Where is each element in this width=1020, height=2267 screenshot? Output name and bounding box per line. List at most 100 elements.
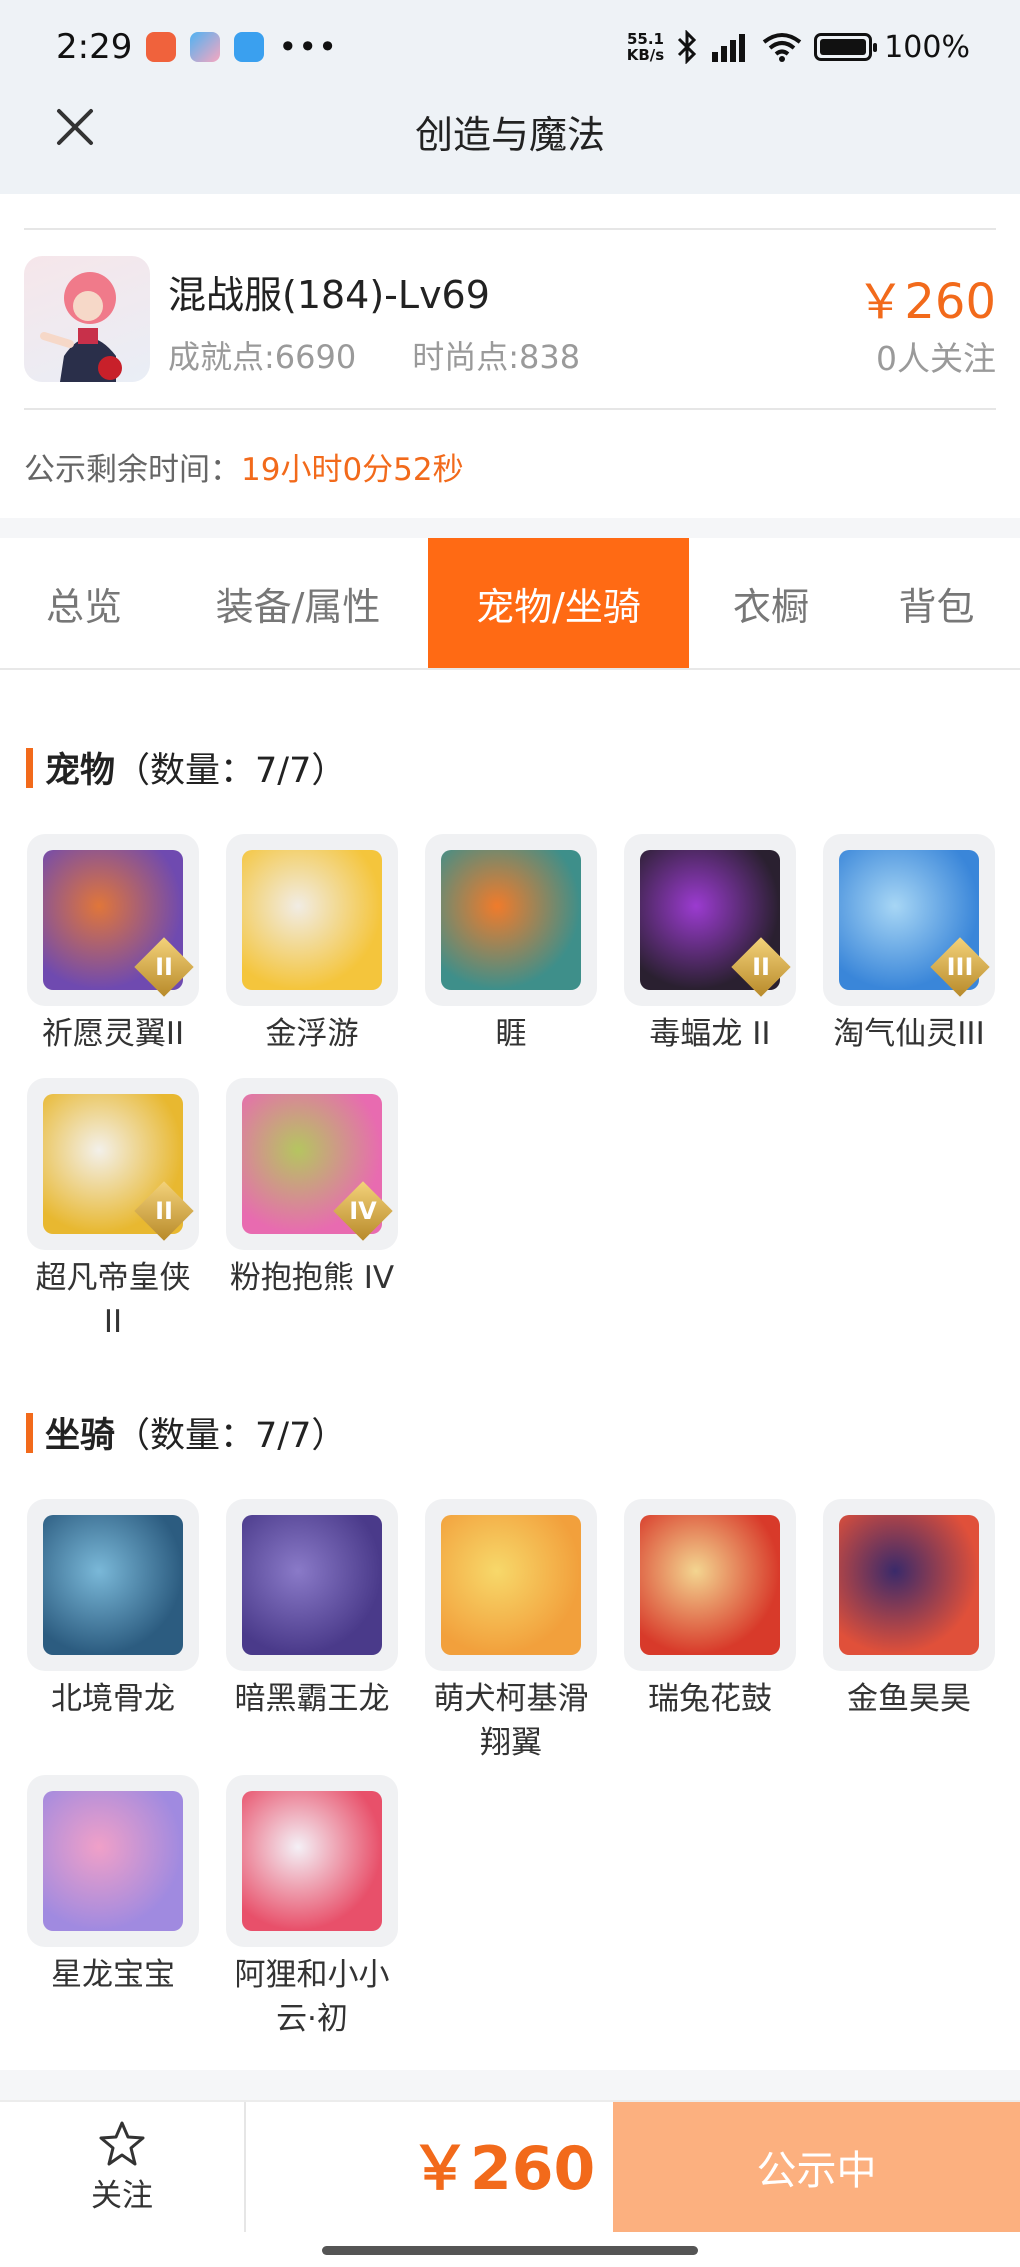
mount-name: 金鱼昊昊 — [847, 1681, 971, 1717]
pet-thumbnail: II — [624, 834, 796, 1006]
pet-name: 超凡帝皇侠II — [35, 1260, 191, 1340]
mount-thumbnail — [226, 1775, 398, 1947]
mount-thumbnail — [823, 1499, 995, 1671]
tier-badge-label: II — [155, 1197, 173, 1225]
divider — [24, 408, 996, 410]
mount-item[interactable]: 阿狸和小小云·初 — [226, 1775, 398, 2041]
app-icon-game — [190, 32, 221, 62]
pet-thumbnail: IV — [226, 1078, 398, 1250]
pet-image — [441, 850, 581, 990]
achievement-points: 成就点:6690 — [168, 338, 357, 376]
publicity-status-button[interactable]: 公示中 — [613, 2102, 1020, 2232]
mount-name: 瑞兔花鼓 — [648, 1681, 772, 1717]
bluetooth-icon — [678, 30, 697, 64]
pet-thumbnail — [425, 834, 597, 1006]
tab-wardrobe[interactable]: 衣橱 — [689, 538, 853, 668]
pets-title: 宠物 — [45, 751, 116, 791]
mount-image — [640, 1515, 780, 1655]
pet-thumbnail — [226, 834, 398, 1006]
mount-image — [441, 1515, 581, 1655]
mount-item[interactable]: 瑞兔花鼓 — [624, 1499, 796, 1765]
battery-percent: 100% — [884, 29, 970, 65]
mount-item[interactable]: 暗黑霸王龙 — [226, 1499, 398, 1765]
pet-item[interactable]: III 淘气仙灵III — [823, 834, 995, 1068]
tier-badge-icon: II — [134, 1181, 194, 1241]
tier-badge-label: II — [752, 953, 770, 981]
follow-button[interactable]: 关注 — [0, 2102, 244, 2232]
more-dots-icon: ••• — [278, 28, 338, 66]
mount-name: 北境骨龙 — [51, 1681, 175, 1717]
pet-image — [242, 850, 382, 990]
mounts-section-title: 坐骑 （数量：7/7） — [26, 1407, 346, 1458]
account-stats: 成就点:6690 时尚点:838 — [168, 332, 580, 378]
mount-item[interactable]: 北境骨龙 — [27, 1499, 199, 1765]
status-bar: 2:29 ••• 55.1 KB/s 100% — [56, 22, 970, 72]
pet-thumbnail: III — [823, 834, 995, 1006]
pet-item[interactable]: IV 粉抱抱熊 IV — [226, 1078, 398, 1344]
tab-bar: 总览 装备/属性 宠物/坐骑 衣橱 背包 — [0, 538, 1020, 670]
tier-badge-label: II — [155, 953, 173, 981]
pet-name: 淘气仙灵III — [833, 1016, 985, 1052]
follower-count: 0人关注 — [876, 339, 996, 378]
mount-image — [43, 1515, 183, 1655]
pet-name: 粉抱抱熊 IV — [229, 1260, 395, 1296]
status-right: 55.1 KB/s 100% — [627, 30, 970, 65]
tier-badge-icon: II — [134, 937, 194, 997]
pet-item[interactable]: II 超凡帝皇侠II — [27, 1078, 199, 1344]
mount-item[interactable]: 金鱼昊昊 — [823, 1499, 995, 1765]
mount-image — [43, 1791, 183, 1931]
net-speed-unit: KB/s — [626, 46, 665, 64]
server-level: 混战服(184)-Lv69 — [168, 273, 490, 317]
tab-pets-mounts[interactable]: 宠物/坐骑 — [428, 538, 689, 668]
mounts-count: （数量：7/7） — [115, 1416, 347, 1456]
mount-thumbnail — [624, 1499, 796, 1671]
pets-grid: II 祈愿灵翼II 金浮游睚 II 毒蝠龙 II III 淘气仙灵III II 超凡帝皇侠II I… — [27, 834, 997, 1344]
mount-name: 萌犬柯基滑翔翼 — [433, 1681, 589, 1761]
remaining-time-value: 19小时0分52秒 — [241, 452, 464, 488]
mount-name: 星龙宝宝 — [51, 1957, 175, 1993]
pet-item[interactable]: II 祈愿灵翼II — [27, 834, 199, 1068]
page-title: 创造与魔法 — [414, 113, 605, 157]
tier-badge-icon: II — [731, 937, 791, 997]
pets-mounts-panel: 宠物 （数量：7/7） II 祈愿灵翼II 金浮游 睚 II 毒蝠龙 II III 淘气仙灵I… — [0, 670, 1020, 2070]
remaining-time-label: 公示剩余时间： — [24, 452, 241, 488]
mount-thumbnail — [27, 1775, 199, 1947]
section-accent — [26, 747, 33, 788]
app-icon-red — [146, 32, 177, 62]
account-price: ￥260 — [856, 274, 996, 330]
home-indicator[interactable] — [322, 2246, 698, 2255]
signal-icon — [712, 34, 746, 62]
tier-badge-icon: III — [930, 937, 990, 997]
mount-image — [839, 1515, 979, 1655]
pets-count: （数量：7/7） — [115, 751, 347, 791]
tab-overview[interactable]: 总览 — [0, 538, 168, 668]
app-icon-blue — [234, 32, 265, 62]
mount-image — [242, 1515, 382, 1655]
remaining-time: 公示剩余时间：19小时0分52秒 — [24, 444, 464, 489]
mount-item[interactable]: 星龙宝宝 — [27, 1775, 199, 2041]
pet-thumbnail: II — [27, 834, 199, 1006]
follow-label: 关注 — [91, 2177, 153, 2214]
pet-name: 睚 — [495, 1016, 527, 1052]
divider — [24, 228, 996, 230]
mounts-grid: 北境骨龙 暗黑霸王龙 萌犬柯基滑翔翼 瑞兔花鼓 金鱼昊昊星龙宝宝 阿狸和小小云·初 — [27, 1499, 997, 2041]
tab-equipment[interactable]: 装备/属性 — [168, 538, 428, 668]
net-speed: 55.1 KB/s — [627, 31, 664, 63]
bottom-action-bar: 关注 ￥260 公示中 — [0, 2100, 1020, 2267]
pet-name: 祈愿灵翼II — [41, 1016, 185, 1052]
mount-item[interactable]: 萌犬柯基滑翔翼 — [425, 1499, 597, 1765]
tab-backpack[interactable]: 背包 — [853, 538, 1020, 668]
bottom-price: ￥260 — [410, 2134, 596, 2204]
section-accent — [26, 1412, 33, 1453]
mount-name: 暗黑霸王龙 — [234, 1681, 390, 1717]
mount-image — [242, 1791, 382, 1931]
pet-thumbnail: II — [27, 1078, 199, 1250]
pet-name: 毒蝠龙 II — [649, 1016, 771, 1052]
battery-icon — [814, 33, 878, 61]
mount-thumbnail — [226, 1499, 398, 1671]
pet-item[interactable]: 睚 — [425, 834, 597, 1068]
pet-item[interactable]: II 毒蝠龙 II — [624, 834, 796, 1068]
divider — [244, 2102, 246, 2232]
tier-badge-label: IV — [349, 1197, 377, 1225]
pet-item[interactable]: 金浮游 — [226, 834, 398, 1068]
